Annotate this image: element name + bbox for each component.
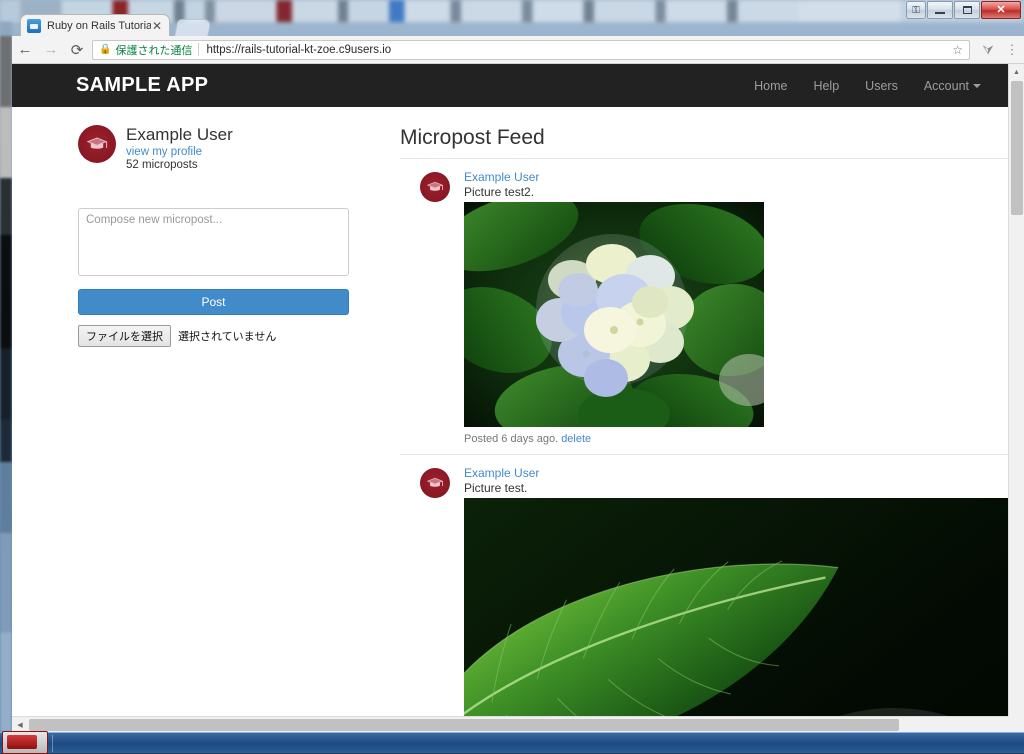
browser-window: Ruby on Rails Tutorial ✕ ⚿ ✕ ← → ⟳ 🔒 保護さ… (12, 0, 1024, 732)
micropost-item: Example User Picture test. (400, 455, 1008, 716)
reload-button[interactable]: ⟳ (64, 36, 90, 64)
micropost-image (464, 202, 764, 427)
micropost-count: 52 microposts (126, 159, 233, 171)
tab-favicon-icon (27, 19, 41, 33)
gravatar-icon (420, 468, 450, 498)
chrome-menu-icon[interactable]: ⋮ (1000, 36, 1024, 64)
nav-link-users[interactable]: Users (852, 79, 911, 93)
chevron-down-icon (973, 84, 981, 88)
site-brand[interactable]: SAMPLE APP (76, 74, 208, 97)
extension-icon[interactable]: ⮛ (976, 36, 1000, 64)
micropost-author-link[interactable]: Example User (464, 170, 1008, 184)
close-icon: ✕ (996, 5, 1005, 16)
back-button[interactable]: ← (12, 36, 38, 64)
site-navbar: SAMPLE APP Home Help Users Account (12, 64, 1008, 107)
windows-taskbar (0, 732, 1024, 753)
background-left-strip (0, 22, 12, 732)
tab-title: Ruby on Rails Tutorial (47, 20, 151, 32)
micropost-timestamp: Posted 6 days ago. (464, 433, 558, 445)
micropost-author-link[interactable]: Example User (464, 466, 1008, 480)
sidebar: Example User view my profile 52 micropos… (78, 125, 378, 716)
url-text: https://rails-tutorial-kt-zoe.c9users.io (206, 44, 391, 56)
vertical-scrollbar-thumb[interactable] (1011, 81, 1023, 215)
forward-button[interactable]: → (38, 36, 64, 64)
vertical-scrollbar[interactable]: ▲ (1008, 64, 1024, 732)
window-lock-button[interactable]: ⚿ (906, 1, 926, 19)
post-button[interactable]: Post (78, 289, 349, 315)
new-tab-button[interactable] (174, 19, 212, 36)
security-status-text: 保護された通信 (115, 42, 192, 58)
secure-lock-icon: 🔒 (99, 44, 111, 55)
micropost-body: Example User Picture test2. (464, 170, 1008, 454)
delete-link[interactable]: delete (561, 433, 591, 445)
graduation-cap-icon (426, 477, 445, 489)
taskbar-divider (52, 735, 53, 752)
nav-label-home: Home (754, 79, 787, 93)
micropost-body: Example User Picture test. (464, 466, 1008, 716)
micropost-text: Picture test2. (464, 185, 1008, 199)
bookmark-star-icon[interactable]: ☆ (952, 43, 963, 57)
address-bar[interactable]: 🔒 保護された通信 https://rails-tutorial-kt-zoe.… (92, 40, 970, 60)
micropost-form: Post ファイルを選択 選択されていません (78, 208, 378, 347)
lock-glyph-icon: ⚿ (912, 5, 920, 16)
choose-file-button[interactable]: ファイルを選択 (78, 325, 171, 347)
micropost-textarea[interactable] (78, 208, 349, 276)
nav-label-help: Help (813, 79, 839, 93)
horizontal-scrollbar-thumb[interactable] (29, 719, 899, 731)
scroll-up-arrow-icon[interactable]: ▲ (1009, 64, 1024, 80)
micropost-text: Picture test. (464, 481, 1008, 495)
nav-link-home[interactable]: Home (741, 79, 800, 93)
horizontal-scrollbar[interactable]: ◀ ▶ (12, 716, 1024, 732)
window-close-button[interactable]: ✕ (981, 1, 1021, 19)
page-content: Example User view my profile 52 micropos… (12, 107, 1008, 716)
page-viewport: SAMPLE APP Home Help Users Account (12, 64, 1024, 732)
web-page: SAMPLE APP Home Help Users Account (12, 64, 1008, 716)
browser-tabstrip: Ruby on Rails Tutorial ✕ ⚿ ✕ (12, 0, 1024, 36)
hydrangea-photo-2 (464, 498, 1008, 716)
file-upload-row: ファイルを選択 選択されていません (78, 325, 378, 347)
micropost-feed: Micropost Feed (400, 125, 1008, 716)
micropost-item: Example User Picture test2. (400, 159, 1008, 454)
micropost-meta: Posted 6 days ago.delete (464, 427, 1008, 454)
start-button[interactable] (2, 731, 48, 754)
window-minimize-button[interactable] (927, 1, 953, 19)
graduation-cap-icon (426, 181, 445, 193)
sidebar-user-info: Example User view my profile 52 micropos… (126, 125, 233, 171)
sidebar-user-block: Example User view my profile 52 micropos… (78, 125, 378, 171)
start-orb-icon (7, 735, 37, 749)
window-maximize-button[interactable] (954, 1, 980, 19)
hydrangea-photo-1 (464, 202, 764, 427)
graduation-cap-icon (85, 136, 109, 151)
micropost-image (464, 498, 1008, 716)
nav-label-account: Account (924, 79, 969, 93)
view-profile-link[interactable]: view my profile (126, 146, 233, 158)
scrollbar-corner (1008, 716, 1024, 732)
window-controls: ⚿ ✕ (906, 1, 1021, 19)
navbar-links: Home Help Users Account (741, 79, 994, 93)
tab-close-icon[interactable]: ✕ (151, 20, 163, 32)
feed-title: Micropost Feed (400, 125, 1008, 150)
nav-label-users: Users (865, 79, 898, 93)
maximize-icon (963, 6, 972, 14)
minimize-icon (935, 12, 945, 14)
file-status-text: 選択されていません (178, 328, 276, 344)
gravatar-icon (420, 172, 450, 202)
browser-toolbar: ← → ⟳ 🔒 保護された通信 https://rails-tutorial-k… (12, 36, 1024, 64)
omnibox-divider (198, 43, 199, 56)
sidebar-username: Example User (126, 125, 233, 145)
nav-link-account[interactable]: Account (911, 79, 994, 93)
gravatar-icon (78, 125, 116, 163)
nav-link-help[interactable]: Help (800, 79, 852, 93)
browser-tab[interactable]: Ruby on Rails Tutorial ✕ (20, 14, 170, 36)
